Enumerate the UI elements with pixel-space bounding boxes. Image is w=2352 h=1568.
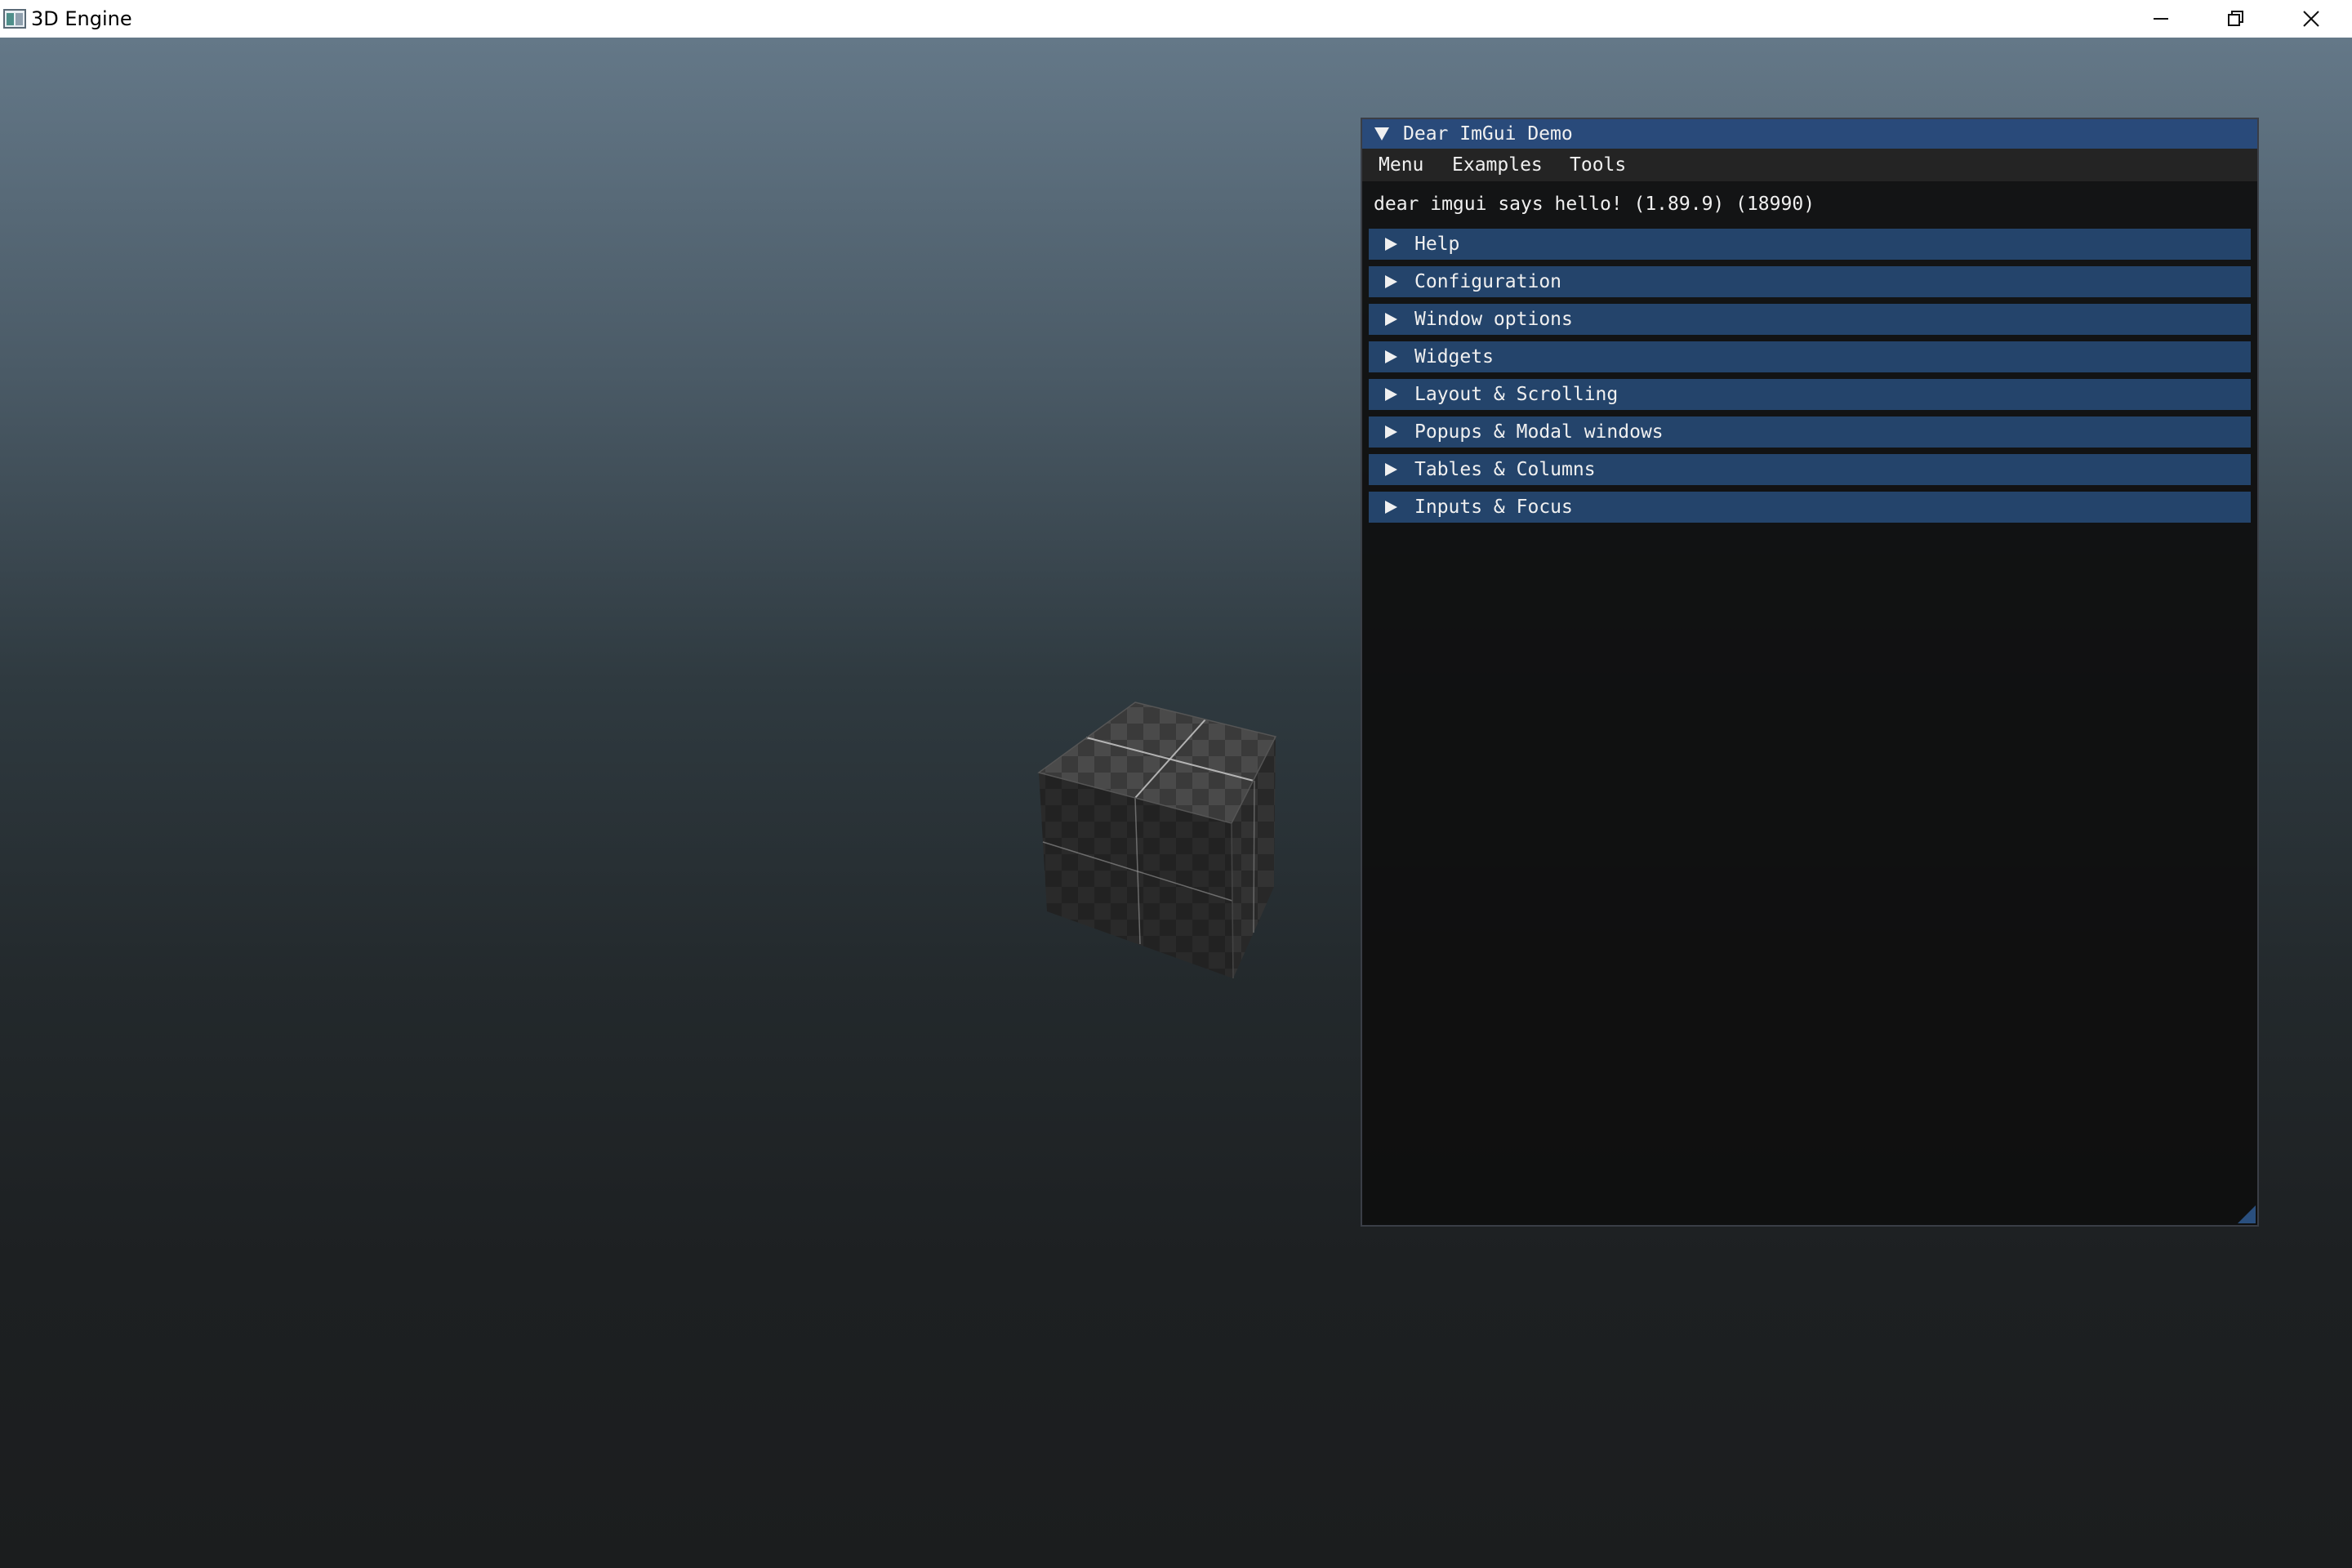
- collapse-arrow-icon[interactable]: [1374, 126, 1390, 142]
- header-label: Popups & Modal windows: [1414, 421, 1664, 443]
- window-title: 3D Engine: [31, 7, 132, 30]
- expand-arrow-icon: [1385, 501, 1397, 514]
- header-inputs-focus[interactable]: Inputs & Focus: [1369, 492, 2251, 523]
- imgui-demo-window[interactable]: Dear ImGui Demo Menu Examples Tools dear…: [1361, 118, 2259, 1227]
- header-label: Window options: [1414, 309, 1573, 330]
- imgui-window-title: Dear ImGui Demo: [1403, 123, 1573, 145]
- minimize-button[interactable]: [2123, 0, 2198, 38]
- imgui-menubar: Menu Examples Tools: [1362, 149, 2257, 181]
- header-layout-scrolling[interactable]: Layout & Scrolling: [1369, 379, 2251, 410]
- header-configuration[interactable]: Configuration: [1369, 266, 2251, 297]
- os-titlebar[interactable]: 3D Engine: [0, 0, 2352, 38]
- hello-text: dear imgui says hello! (1.89.9) (18990): [1374, 194, 1815, 215]
- header-label: Help: [1414, 234, 1460, 255]
- header-popups-modal[interactable]: Popups & Modal windows: [1369, 416, 2251, 448]
- expand-arrow-icon: [1385, 350, 1397, 363]
- close-icon: [2303, 11, 2319, 27]
- minimize-icon: [2154, 18, 2168, 20]
- menu-menu[interactable]: Menu: [1379, 149, 1423, 181]
- header-label: Inputs & Focus: [1414, 497, 1573, 518]
- expand-arrow-icon: [1385, 313, 1397, 326]
- expand-arrow-icon: [1385, 388, 1397, 401]
- restore-icon: [2228, 11, 2243, 26]
- header-label: Tables & Columns: [1414, 459, 1596, 480]
- app-icon: [3, 9, 26, 29]
- header-label: Configuration: [1414, 271, 1562, 292]
- header-label: Widgets: [1414, 346, 1494, 368]
- cube-model: [1037, 702, 1277, 979]
- expand-arrow-icon: [1385, 238, 1397, 251]
- header-help[interactable]: Help: [1369, 229, 2251, 260]
- resize-grip-icon[interactable]: [2238, 1205, 2256, 1223]
- imgui-titlebar[interactable]: Dear ImGui Demo: [1362, 119, 2257, 149]
- header-widgets[interactable]: Widgets: [1369, 341, 2251, 372]
- expand-arrow-icon: [1385, 275, 1397, 288]
- close-button[interactable]: [2274, 0, 2349, 38]
- expand-arrow-icon: [1385, 463, 1397, 476]
- header-label: Layout & Scrolling: [1414, 384, 1619, 405]
- menu-tools[interactable]: Tools: [1570, 149, 1626, 181]
- expand-arrow-icon: [1385, 425, 1397, 439]
- restore-button[interactable]: [2198, 0, 2274, 38]
- header-window-options[interactable]: Window options: [1369, 304, 2251, 335]
- header-tables-columns[interactable]: Tables & Columns: [1369, 454, 2251, 485]
- menu-examples[interactable]: Examples: [1452, 149, 1543, 181]
